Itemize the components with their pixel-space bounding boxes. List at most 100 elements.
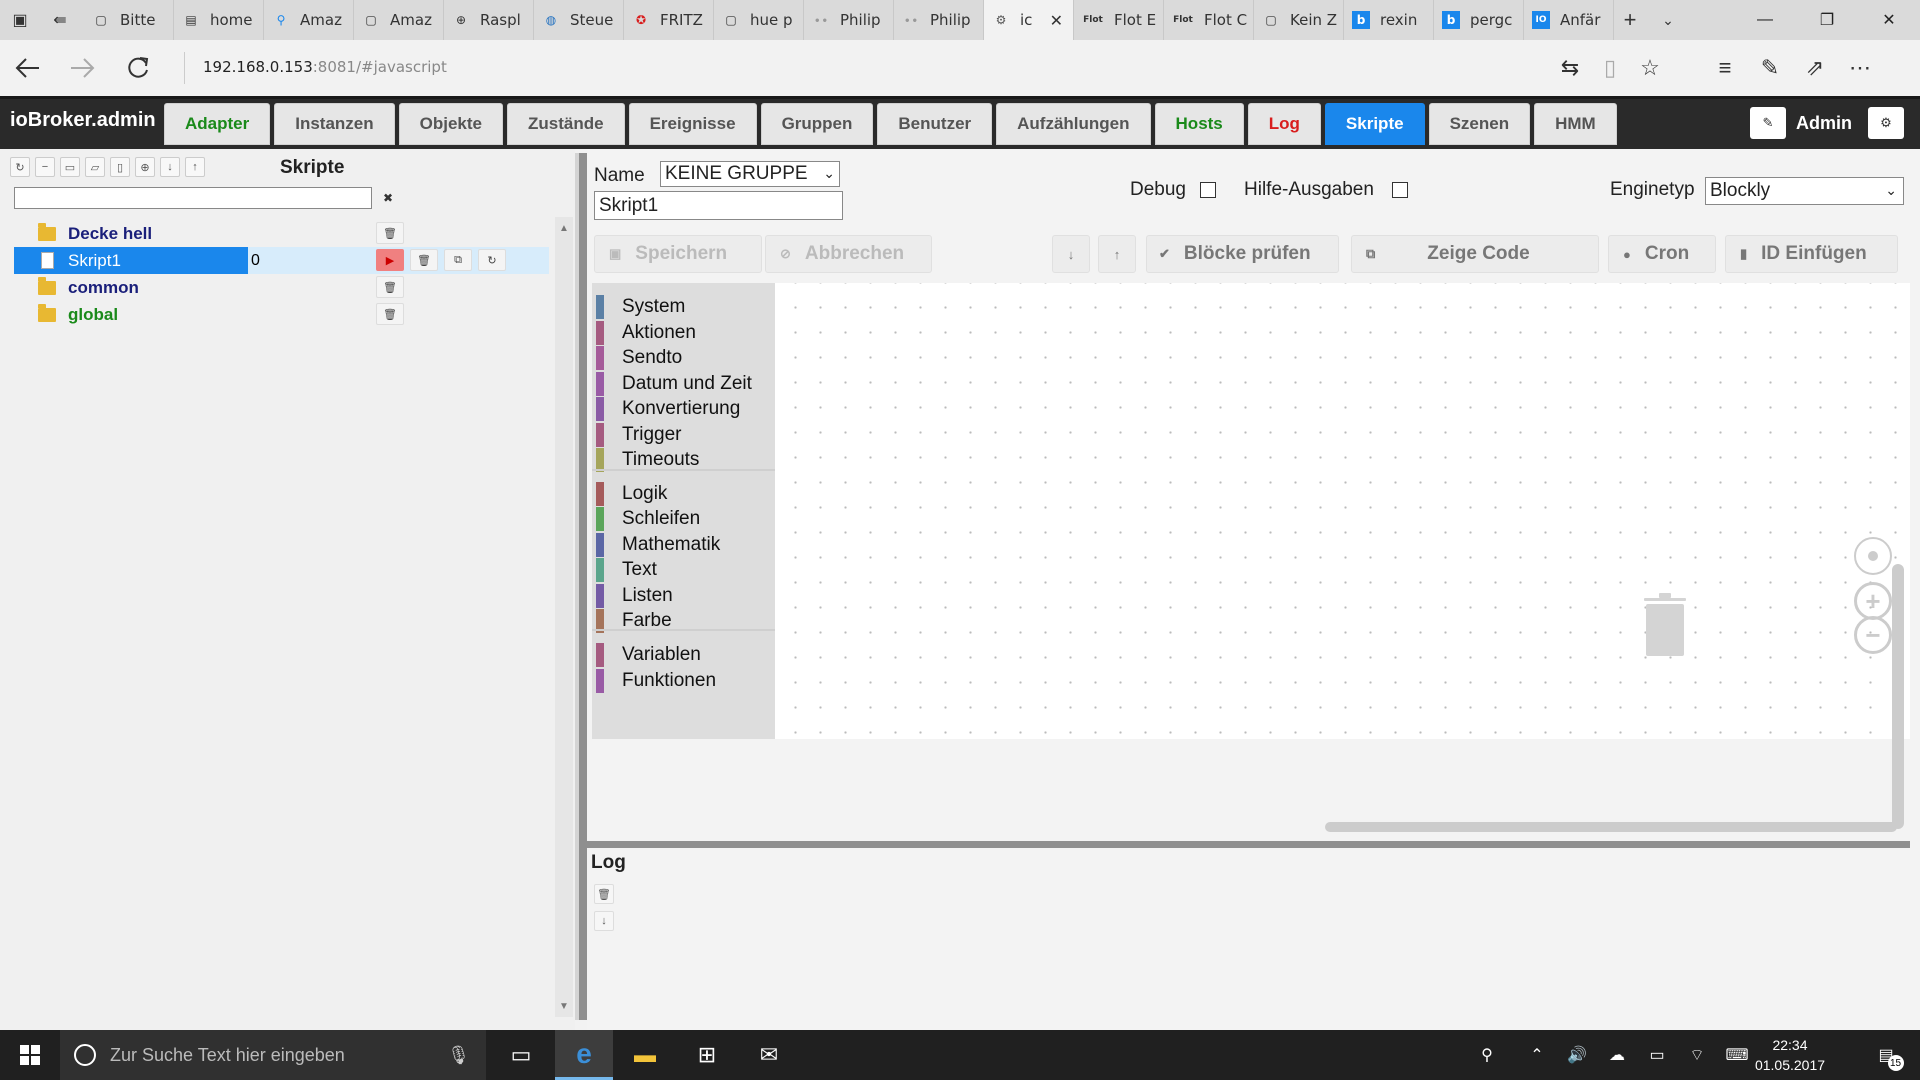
tree-row[interactable]: Skript1 0 ▶ 🗑 ⧉ ↻ xyxy=(14,247,549,274)
tab-zust-nde[interactable]: Zustände xyxy=(507,103,625,145)
tab-benutzer[interactable]: Benutzer xyxy=(877,103,993,145)
scroll-down-icon[interactable]: ▼ xyxy=(555,997,573,1015)
task-view-icon[interactable]: ▭ xyxy=(492,1030,550,1080)
set-aside-tabs-icon[interactable]: ⇚ xyxy=(40,0,80,40)
tab-log[interactable]: Log xyxy=(1247,103,1321,145)
help-output-checkbox[interactable] xyxy=(1392,182,1408,198)
start-button[interactable] xyxy=(0,1030,60,1080)
browser-tab[interactable]: b rexin xyxy=(1344,0,1434,40)
expand-folder-icon[interactable]: ▭ xyxy=(60,157,80,177)
microphone-icon[interactable]: 🎙 xyxy=(447,1045,470,1066)
new-tab-button[interactable]: + xyxy=(1610,0,1650,40)
insert-id-button[interactable]: ▮ ID Einfügen xyxy=(1725,235,1898,273)
tab-instanzen[interactable]: Instanzen xyxy=(274,103,395,145)
store-icon[interactable]: ⊞ xyxy=(678,1030,736,1080)
user-name[interactable]: Admin xyxy=(1796,113,1852,134)
tab-szenen[interactable]: Szenen xyxy=(1428,103,1531,145)
tree-row[interactable]: Decke hell 🗑 xyxy=(14,220,549,247)
download-log-icon[interactable]: ↓ xyxy=(594,911,614,931)
more-icon[interactable]: ⋯ xyxy=(1840,50,1880,86)
group-select[interactable]: KEINE GRUPPE ⌄ xyxy=(660,161,840,187)
engine-select[interactable]: Blockly ⌄ xyxy=(1705,177,1904,205)
toolbox-category[interactable]: Text xyxy=(592,558,657,582)
workspace-vertical-scrollbar[interactable] xyxy=(1892,564,1904,829)
tree-scrollbar[interactable]: ▲ ▼ xyxy=(555,217,573,1017)
panel-splitter[interactable] xyxy=(575,153,587,1020)
tree-row[interactable]: global 🗑 xyxy=(14,301,549,328)
tab-ereignisse[interactable]: Ereignisse xyxy=(628,103,757,145)
browser-tab[interactable]: ∙∙ Philip xyxy=(894,0,984,40)
tab-gruppen[interactable]: Gruppen xyxy=(760,103,874,145)
toolbox-category[interactable]: Sendto xyxy=(592,346,682,370)
url-field[interactable]: 192.168.0.153:8081/#javascript xyxy=(203,58,447,76)
tab-hmm[interactable]: HMM xyxy=(1534,103,1617,145)
toolbox-category[interactable]: Datum und Zeit xyxy=(592,372,752,396)
clear-filter-icon[interactable]: ✖ xyxy=(378,189,398,207)
mail-icon[interactable]: ✉ xyxy=(740,1030,798,1080)
back-button[interactable] xyxy=(8,48,48,88)
delete-trash-icon[interactable]: 🗑 xyxy=(376,222,404,244)
browser-tab[interactable]: Flot Flot C xyxy=(1164,0,1254,40)
toolbox-category[interactable]: Variablen xyxy=(592,643,701,667)
browser-tab[interactable]: ▢ Amaz xyxy=(354,0,444,40)
add-circle-icon[interactable]: ⊕ xyxy=(135,157,155,177)
delete-trash-icon[interactable]: 🗑 xyxy=(376,276,404,298)
browser-tab[interactable]: ▢ Kein Z xyxy=(1254,0,1344,40)
battery-icon[interactable]: ▭ xyxy=(1640,1030,1674,1080)
toolbox-category[interactable]: Trigger xyxy=(592,423,681,447)
toolbox-category[interactable]: Aktionen xyxy=(592,321,696,345)
browser-tab[interactable]: ✪ FRITZ xyxy=(624,0,714,40)
taskbar-search[interactable]: Zur Suche Text hier eingeben 🎙 xyxy=(60,1030,486,1080)
copy-icon[interactable]: ⧉ xyxy=(444,249,472,271)
tab-skripte[interactable]: Skripte xyxy=(1324,103,1425,145)
file-explorer-icon[interactable]: ▬ xyxy=(616,1030,674,1080)
delete-trash-icon[interactable]: 🗑 xyxy=(376,303,404,325)
script-name-input[interactable]: Skript1 xyxy=(594,191,843,220)
tab-aufz-hlungen[interactable]: Aufzählungen xyxy=(996,103,1151,145)
web-note-icon[interactable]: ✎ xyxy=(1750,50,1790,86)
browser-tab[interactable]: ⊕ Raspl xyxy=(444,0,534,40)
hub-icon[interactable]: ≡ xyxy=(1705,50,1745,86)
browser-tab[interactable]: ▢ Bitte xyxy=(84,0,174,40)
check-blocks-button[interactable]: ✔ Blöcke prüfen xyxy=(1146,235,1339,273)
recenter-icon[interactable] xyxy=(1854,537,1892,575)
browser-tab[interactable]: IO Anfär xyxy=(1524,0,1614,40)
close-window-button[interactable]: ✕ xyxy=(1858,0,1920,40)
collapse-all-icon[interactable]: − xyxy=(35,157,55,177)
browser-tab[interactable]: ▤ home xyxy=(174,0,264,40)
toolbox-category[interactable]: Schleifen xyxy=(592,507,700,531)
browser-tab[interactable]: ⚲ Amaz xyxy=(264,0,354,40)
toolbox-category[interactable]: Funktionen xyxy=(592,669,716,693)
tree-filter-input[interactable] xyxy=(14,187,372,209)
maximize-button[interactable]: ❐ xyxy=(1796,0,1858,40)
open-folder-icon[interactable]: ▱ xyxy=(85,157,105,177)
browser-tab[interactable]: ◍ Steue xyxy=(534,0,624,40)
workspace-horizontal-scrollbar[interactable] xyxy=(1325,822,1897,832)
delete-trash-icon[interactable]: 🗑 xyxy=(410,249,438,271)
onedrive-cloud-icon[interactable]: ☁ xyxy=(1600,1030,1634,1080)
tab-adapter[interactable]: Adapter xyxy=(164,103,271,145)
play-icon[interactable]: ▶ xyxy=(376,249,404,271)
show-hidden-icons-chevron[interactable]: ⌃ xyxy=(1520,1030,1554,1080)
reload-icon[interactable]: ↻ xyxy=(10,157,30,177)
cancel-button[interactable]: ⊘ Abbrechen xyxy=(765,235,932,273)
trash-can-icon[interactable] xyxy=(1643,592,1687,658)
export-icon[interactable]: ↓ xyxy=(160,157,180,177)
show-code-button[interactable]: ⧉ Zeige Code xyxy=(1351,235,1599,273)
favorite-star-icon[interactable]: ☆ xyxy=(1630,50,1670,86)
scroll-up-icon[interactable]: ▲ xyxy=(555,219,573,237)
import-button[interactable]: ↑ xyxy=(1098,235,1136,273)
tab-objekte[interactable]: Objekte xyxy=(398,103,503,145)
forward-button[interactable] xyxy=(62,48,102,88)
browser-tab[interactable]: Flot Flot E xyxy=(1074,0,1164,40)
volume-icon[interactable]: 🔊 xyxy=(1560,1030,1594,1080)
reading-view-icon[interactable]: ▯ xyxy=(1590,50,1630,86)
share-icon[interactable]: ⇗ xyxy=(1795,50,1835,86)
refresh-button[interactable] xyxy=(118,48,158,88)
edit-pencil-icon[interactable]: ✎ xyxy=(1750,107,1786,139)
translate-icon[interactable]: ⇆ xyxy=(1550,50,1590,86)
tab-preview-toggle[interactable]: ⌄ xyxy=(1650,0,1686,40)
reload-icon[interactable]: ↻ xyxy=(478,249,506,271)
settings-gear-icon[interactable]: ⚙ xyxy=(1868,107,1904,139)
save-button[interactable]: ▣ Speichern xyxy=(594,235,762,273)
